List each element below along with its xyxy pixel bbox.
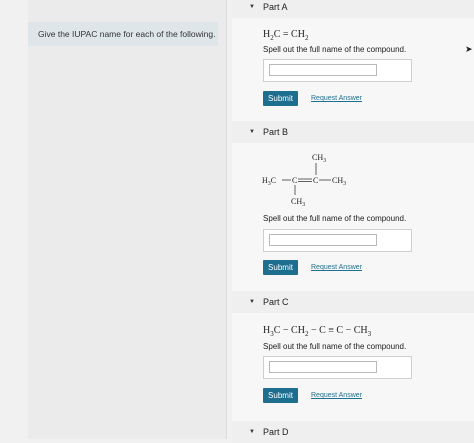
collapse-triangle-icon: ▼ <box>249 299 255 305</box>
bottom-methyl: CH3 <box>291 197 305 208</box>
part-c-submit-button[interactable]: Submit <box>263 388 298 403</box>
question-panel: ▼ Part A H2C = CH2 Spell out the full na… <box>232 0 474 443</box>
part-b-header[interactable]: ▼ Part B <box>232 121 474 143</box>
collapse-triangle-icon: ▼ <box>249 429 255 435</box>
top-methyl: CH3 <box>312 153 326 164</box>
part-b-submit-button[interactable]: Submit <box>263 260 298 275</box>
center-carbon-right: C <box>313 176 318 185</box>
part-c-prompt: Spell out the full name of the compound. <box>263 342 407 351</box>
right-methyl: CH3 <box>332 176 346 187</box>
instructions-panel: Give the IUPAC name for each of the foll… <box>28 0 227 439</box>
part-a-header[interactable]: ▼ Part A <box>232 0 474 18</box>
part-a-request-answer-link[interactable]: Request Answer <box>311 95 362 102</box>
part-b-answer-input[interactable] <box>269 234 377 246</box>
part-d-label: Part D <box>263 427 289 437</box>
part-c-request-answer-link[interactable]: Request Answer <box>311 392 362 399</box>
part-b-answer-box <box>263 229 412 252</box>
collapse-triangle-icon: ▼ <box>249 129 255 135</box>
part-a-answer-input[interactable] <box>269 64 377 76</box>
part-c-answer-box <box>263 356 412 379</box>
mouse-cursor-icon: ➤ <box>465 44 473 54</box>
part-a-answer-box <box>263 59 412 82</box>
part-d-header[interactable]: ▼ Part D <box>232 421 474 443</box>
part-b-label: Part B <box>263 127 289 137</box>
part-c-answer-input[interactable] <box>269 361 377 373</box>
instructions-text: Give the IUPAC name for each of the foll… <box>28 22 218 46</box>
part-a-prompt: Spell out the full name of the compound. <box>263 45 407 54</box>
left-methyl: H3C <box>262 176 276 187</box>
part-a-formula: H2C = CH2 <box>263 29 309 42</box>
part-b-request-answer-link[interactable]: Request Answer <box>311 264 362 271</box>
part-c-formula: H3C − CH2 − C ≡ C − CH3 <box>263 325 372 338</box>
collapse-triangle-icon: ▼ <box>249 4 255 10</box>
part-b-structure: CH3 H3C C C CH3 CH3 <box>258 150 368 210</box>
center-carbon-left: C <box>292 176 297 185</box>
part-b-prompt: Spell out the full name of the compound. <box>263 214 407 223</box>
part-a-label: Part A <box>263 2 288 12</box>
part-c-label: Part C <box>263 297 289 307</box>
part-c-header[interactable]: ▼ Part C <box>232 291 474 313</box>
part-a-submit-button[interactable]: Submit <box>263 91 298 106</box>
